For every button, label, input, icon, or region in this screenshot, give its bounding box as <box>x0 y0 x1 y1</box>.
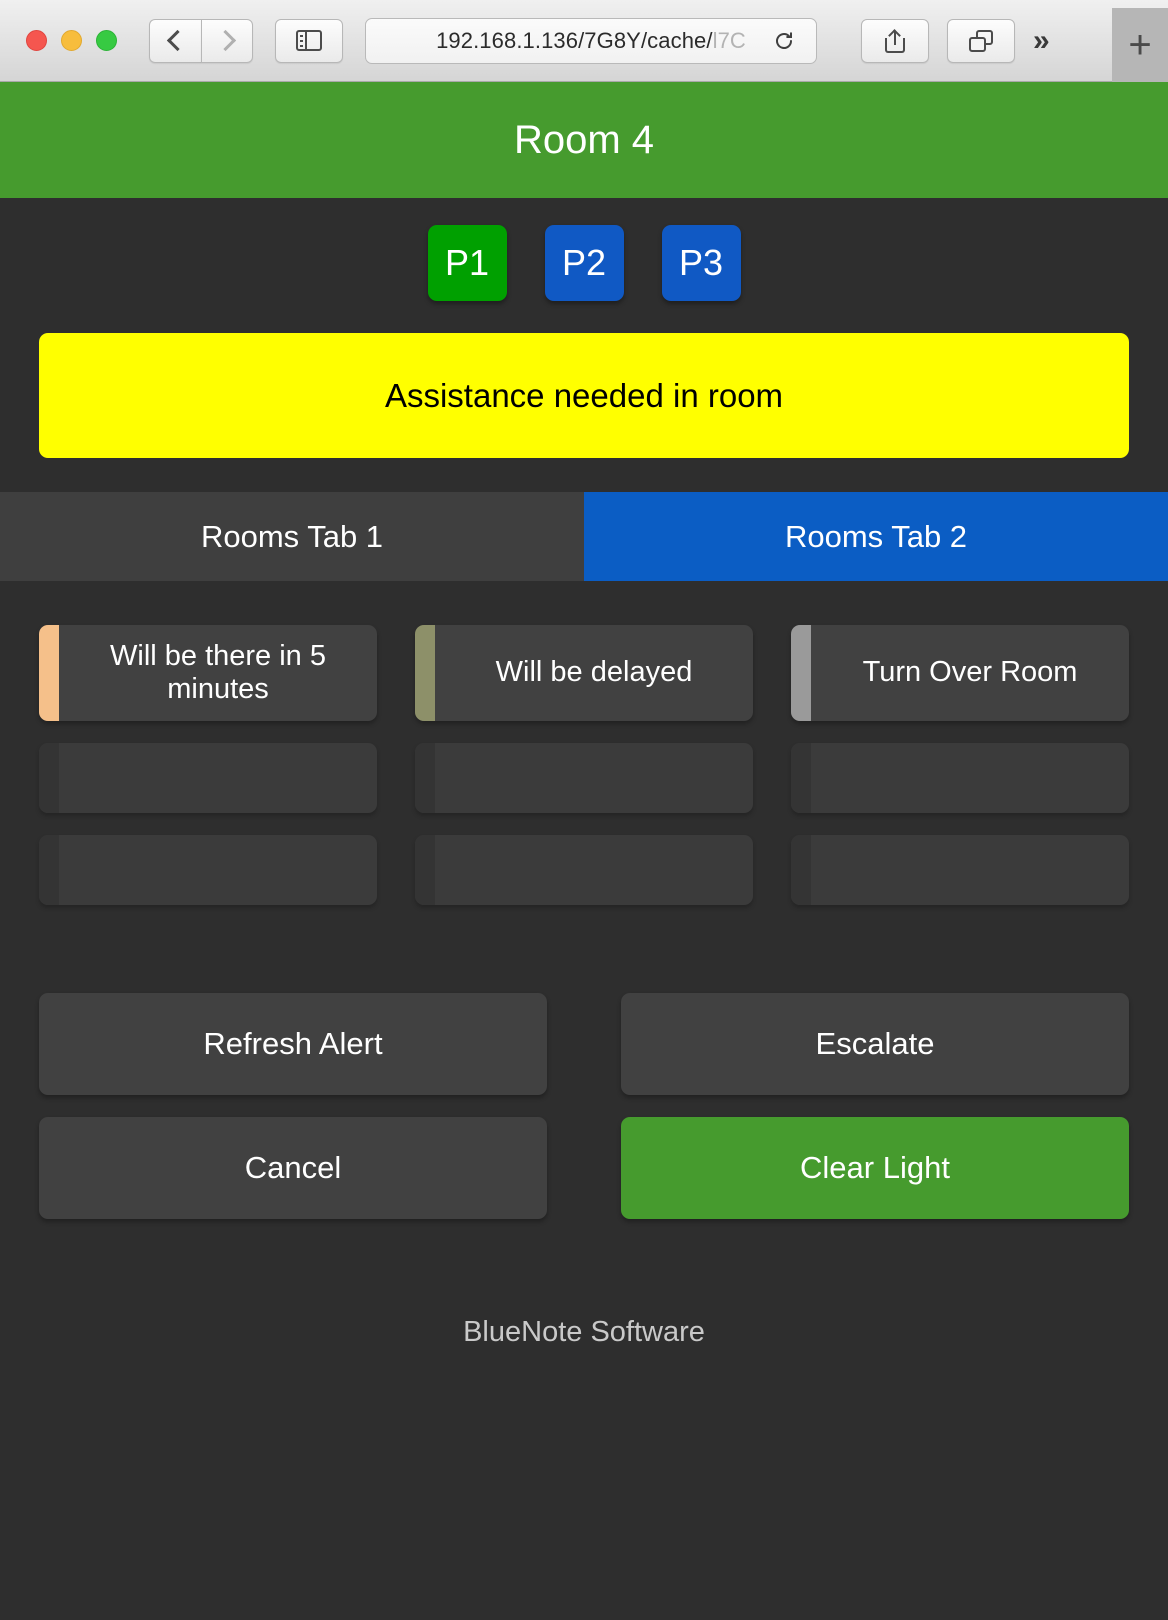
response-button-empty[interactable] <box>415 835 753 905</box>
reload-icon[interactable] <box>774 31 794 51</box>
forward-button[interactable] <box>201 18 253 63</box>
room-tab-bar: Rooms Tab 1 Rooms Tab 2 <box>0 492 1168 581</box>
cancel-button[interactable]: Cancel <box>39 1117 547 1219</box>
action-button-label: Clear Light <box>800 1150 950 1185</box>
response-row <box>39 835 1129 905</box>
share-button[interactable] <box>861 18 929 63</box>
action-button-label: Cancel <box>244 1150 342 1185</box>
navigation-buttons <box>149 18 343 63</box>
clear-light-button[interactable]: Clear Light <box>621 1117 1129 1219</box>
response-grid: Will be there in 5 minutes Will be delay… <box>0 581 1168 927</box>
priority-button-p2[interactable]: P2 <box>544 225 624 301</box>
action-row: Cancel Clear Light <box>39 1117 1129 1219</box>
tab-label: Rooms Tab 1 <box>200 518 384 554</box>
response-button-empty[interactable] <box>415 743 753 813</box>
show-tabs-button[interactable] <box>947 18 1015 63</box>
new-tab-button[interactable]: + <box>1112 8 1168 82</box>
alert-banner: Assistance needed in room <box>39 333 1129 458</box>
response-color-bar <box>791 835 811 905</box>
escalate-button[interactable]: Escalate <box>621 993 1129 1095</box>
response-button-label: Will be there in 5 minutes <box>110 639 326 705</box>
response-color-bar <box>791 743 811 813</box>
app-root: Room 4 P1 P2 P3 Assistance needed in roo… <box>0 82 1168 1620</box>
response-row <box>39 743 1129 813</box>
sidebar-icon <box>296 30 322 51</box>
tab-rooms-2[interactable]: Rooms Tab 2 <box>584 492 1168 581</box>
response-button-will-be-there[interactable]: Will be there in 5 minutes <box>39 625 377 721</box>
toolbar-right-group: » <box>861 18 1060 63</box>
priority-button-p3[interactable]: P3 <box>661 225 741 301</box>
minimize-window-button[interactable] <box>61 30 82 51</box>
window-traffic-lights <box>26 30 117 51</box>
response-color-bar <box>415 835 435 905</box>
action-button-group: Refresh Alert Escalate Cancel Clear Ligh… <box>0 927 1168 1241</box>
sidebar-toggle-button[interactable] <box>275 18 343 63</box>
response-color-bar <box>415 743 435 813</box>
tab-rooms-1[interactable]: Rooms Tab 1 <box>0 492 584 581</box>
chevron-left-icon <box>166 29 189 52</box>
priority-button-label: P2 <box>561 242 607 283</box>
action-row: Refresh Alert Escalate <box>39 993 1129 1095</box>
maximize-window-button[interactable] <box>96 30 117 51</box>
response-button-empty[interactable] <box>791 743 1129 813</box>
response-color-bar <box>415 625 435 721</box>
response-button-empty[interactable] <box>791 835 1129 905</box>
priority-button-label: P1 <box>444 242 490 283</box>
alert-message: Assistance needed in room <box>384 376 784 414</box>
address-bar[interactable]: 192.168.1.136/7G8Y/cache/l7C <box>365 17 817 64</box>
footer-brand: BlueNote Software <box>463 1316 705 1348</box>
response-color-bar <box>39 743 59 813</box>
response-color-bar <box>791 625 811 721</box>
action-button-label: Escalate <box>815 1026 935 1061</box>
page-title: Room 4 <box>0 82 1168 198</box>
response-button-empty[interactable] <box>39 835 377 905</box>
response-button-label: Will be delayed <box>495 656 693 689</box>
response-color-bar <box>39 625 59 721</box>
response-button-label: Turn Over Room <box>862 656 1078 689</box>
back-button[interactable] <box>149 18 201 63</box>
url-text: 192.168.1.136/7G8Y/cache/l7C <box>436 27 746 53</box>
refresh-alert-button[interactable]: Refresh Alert <box>39 993 547 1095</box>
close-window-button[interactable] <box>26 30 47 51</box>
priority-button-label: P3 <box>678 242 724 283</box>
priority-button-p1[interactable]: P1 <box>427 225 507 301</box>
priority-button-group: P1 P2 P3 <box>0 198 1168 301</box>
toolbar-overflow-button[interactable]: » <box>1033 24 1050 58</box>
tab-overview-icon <box>969 29 993 52</box>
response-button-will-be-delayed[interactable]: Will be delayed <box>415 625 753 721</box>
chevron-right-icon <box>214 29 236 52</box>
response-button-empty[interactable] <box>39 743 377 813</box>
response-button-turn-over-room[interactable]: Turn Over Room <box>791 625 1129 721</box>
tab-label: Rooms Tab 2 <box>784 518 968 554</box>
response-color-bar <box>39 835 59 905</box>
action-button-label: Refresh Alert <box>203 1026 383 1061</box>
response-row: Will be there in 5 minutes Will be delay… <box>39 625 1129 721</box>
browser-toolbar: 192.168.1.136/7G8Y/cache/l7C » + <box>0 0 1168 82</box>
share-icon <box>885 28 905 53</box>
